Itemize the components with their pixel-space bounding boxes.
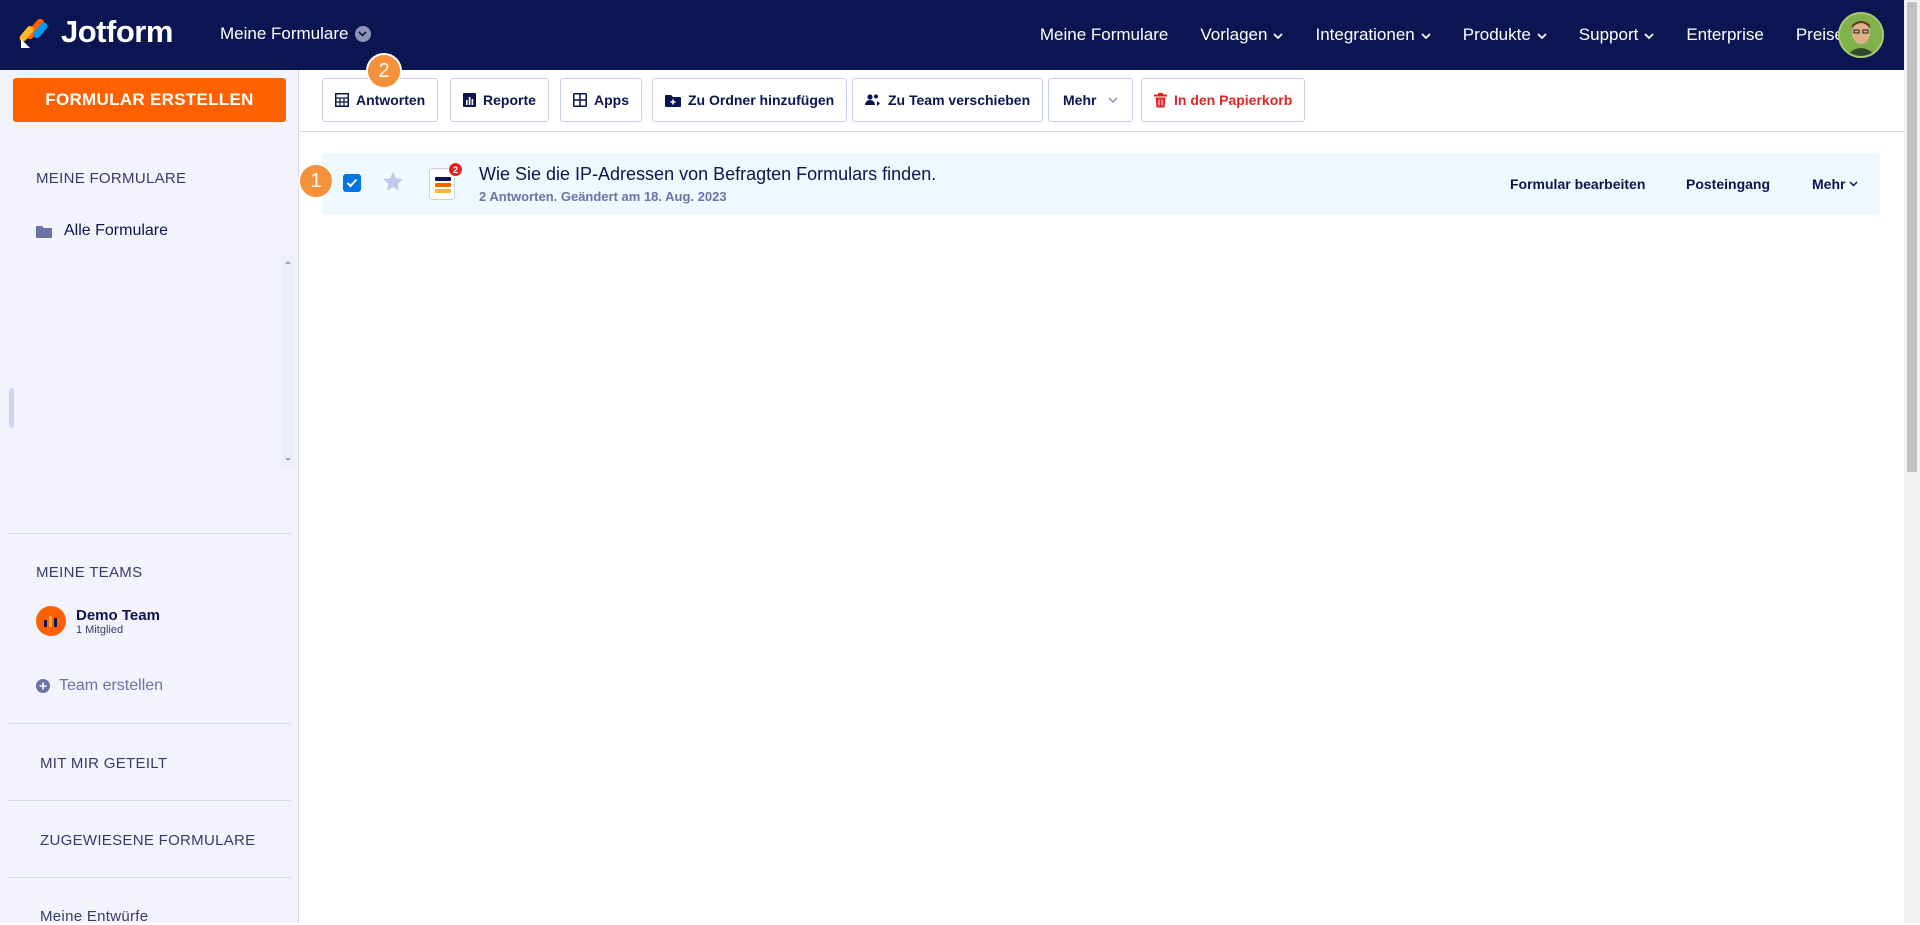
team-members: 1 Mitglied <box>76 623 124 636</box>
my-teams-heading: MEINE TEAMS <box>36 564 143 581</box>
sidebar-item-assigned-forms[interactable]: ZUGEWIESENE FORMULARE <box>40 832 256 849</box>
chevron-down-icon <box>1273 25 1284 45</box>
nav-support[interactable]: Support <box>1579 25 1655 45</box>
nav-pricing[interactable]: Preise <box>1796 25 1844 45</box>
jotform-logo[interactable]: Jotform <box>19 14 173 50</box>
checkmark-icon <box>346 178 358 188</box>
nav-integrations[interactable]: Integrationen <box>1315 25 1431 45</box>
move-to-team-button[interactable]: Zu Team verschieben <box>852 78 1044 122</box>
add-to-folder-label: Zu Ordner hinzufügen <box>688 92 835 108</box>
logo-text: Jotform <box>61 14 173 49</box>
table-icon <box>335 93 349 107</box>
scroll-up-icon[interactable] <box>282 257 294 267</box>
nav-enterprise[interactable]: Enterprise <box>1686 25 1763 45</box>
jotform-logo-icon <box>19 18 48 48</box>
edit-form-button[interactable]: Formular bearbeiten <box>1510 176 1645 192</box>
folder-plus-icon <box>665 94 681 107</box>
form-title[interactable]: Wie Sie die IP-Adressen von Befragten Fo… <box>479 164 936 185</box>
chevron-down-icon <box>1108 96 1118 103</box>
folder-icon <box>36 225 52 238</box>
add-to-folder-button[interactable]: Zu Ordner hinzufügen <box>652 78 848 122</box>
scroll-down-icon[interactable] <box>282 455 294 465</box>
workspace-label: Meine Formulare <box>220 24 349 43</box>
team-move-icon <box>865 94 880 106</box>
move-to-team-label: Zu Team verschieben <box>888 92 1031 108</box>
page-scrollbar[interactable] <box>1904 0 1920 923</box>
chevron-down-icon <box>1644 25 1654 45</box>
create-form-button[interactable]: FORMULAR ERSTELLEN <box>13 78 286 122</box>
sidebar-item-shared-with-me[interactable]: MIT MIR GETEILT <box>40 755 167 772</box>
nav-my-forms[interactable]: Meine Formulare <box>1040 25 1169 45</box>
nav-links: Meine Formulare Vorlagen Integrationen P… <box>1008 0 1844 70</box>
report-chart-icon <box>463 93 476 107</box>
sidebar-item-my-drafts[interactable]: Meine Entwürfe <box>40 908 148 925</box>
row-more-dropdown[interactable]: Mehr <box>1812 176 1858 192</box>
sidebar: FORMULAR ERSTELLEN MEINE FORMULARE Alle … <box>0 70 299 925</box>
chevron-down-icon <box>1421 25 1431 45</box>
resize-handle[interactable] <box>9 388 14 428</box>
team-name: Demo Team <box>76 606 160 624</box>
create-team-button[interactable]: Team erstellen <box>36 677 163 695</box>
form-select-checkbox[interactable] <box>343 174 361 192</box>
folder-list-scrollbar[interactable] <box>282 255 294 467</box>
move-to-trash-button[interactable]: In den Papierkorb <box>1141 78 1306 122</box>
inbox-button[interactable]: Posteingang <box>1686 176 1770 192</box>
row-more-label: Mehr <box>1812 176 1846 192</box>
apps-button[interactable]: Apps <box>560 78 642 122</box>
trash-icon <box>1154 92 1167 107</box>
user-avatar[interactable] <box>1838 12 1884 58</box>
sidebar-divider <box>8 877 291 878</box>
form-list-item[interactable]: 2 Wie Sie die IP-Adressen von Befragten … <box>322 153 1880 215</box>
chevron-down-icon <box>1849 181 1858 187</box>
user-avatar-icon <box>1840 14 1882 56</box>
my-forms-heading: MEINE FORMULARE <box>36 170 187 187</box>
step-badge-2: 2 <box>366 53 402 89</box>
step-badge-1: 1 <box>298 163 334 199</box>
plus-circle-icon <box>36 679 50 693</box>
move-to-trash-label: In den Papierkorb <box>1174 92 1293 108</box>
unread-count-badge: 2 <box>448 162 463 177</box>
sidebar-divider <box>8 533 291 534</box>
reports-button[interactable]: Reporte <box>450 78 549 122</box>
create-team-label: Team erstellen <box>59 677 164 694</box>
apps-label: Apps <box>594 92 629 108</box>
star-icon[interactable] <box>382 171 404 192</box>
apps-grid-icon <box>573 93 587 107</box>
top-navigation: Jotform Meine Formulare Meine Formulare … <box>0 0 1904 70</box>
sidebar-item-all-forms[interactable]: Alle Formulare <box>36 222 168 240</box>
scrollbar-thumb[interactable] <box>1907 2 1917 472</box>
form-subtitle: 2 Antworten. Geändert am 18. Aug. 2023 <box>479 189 727 204</box>
nav-products[interactable]: Produkte <box>1463 25 1547 45</box>
team-chart-icon <box>44 616 57 627</box>
sidebar-item-label: Alle Formulare <box>64 222 169 239</box>
more-actions-dropdown[interactable]: Mehr <box>1048 78 1134 122</box>
sidebar-item-team[interactable]: Demo Team 1 Mitglied <box>36 606 160 636</box>
chevron-down-icon <box>1537 25 1547 45</box>
form-toolbar: Antworten Reporte Apps Zu Ordner hinzufü… <box>300 70 1904 132</box>
sidebar-divider <box>8 800 291 801</box>
chevron-down-icon <box>354 26 371 42</box>
responses-label: Antworten <box>356 92 426 108</box>
workspace-switcher[interactable]: Meine Formulare <box>220 24 371 44</box>
team-avatar <box>36 606 66 636</box>
sidebar-divider <box>8 723 291 724</box>
reports-label: Reporte <box>483 92 536 108</box>
nav-templates[interactable]: Vorlagen <box>1200 25 1284 45</box>
more-label: Mehr <box>1063 92 1097 108</box>
